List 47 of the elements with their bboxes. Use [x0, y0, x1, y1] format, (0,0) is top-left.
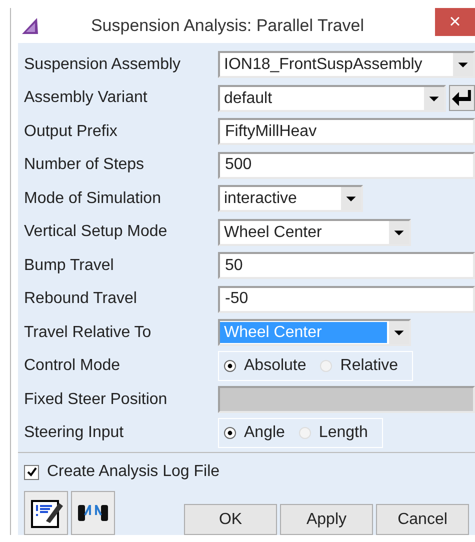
field-label: Mode of Simulation	[23, 190, 162, 208]
dropdown-value: interactive	[223, 189, 298, 210]
field-label: Control Mode	[23, 357, 122, 376]
input-field[interactable]: 50	[218, 252, 475, 280]
field-label: Output Prefix	[23, 122, 118, 141]
field-label: Fixed Steer Position	[23, 390, 168, 409]
field-label: Suspension Assembly	[23, 56, 182, 74]
dropdown[interactable]: Wheel Center	[218, 218, 411, 246]
dropdown-value: default	[223, 88, 274, 109]
radio-label: Length	[318, 424, 368, 442]
field-label: Assembly Variant	[23, 89, 148, 108]
radio-label: Relative	[340, 357, 398, 376]
checkbox-label: Create Analysis Log File	[47, 463, 220, 481]
caret-icon	[453, 53, 473, 76]
caret-icon	[389, 321, 409, 344]
radio-button[interactable]	[224, 427, 236, 440]
field-label: Travel Relative To	[23, 324, 152, 342]
caret-icon	[389, 220, 409, 244]
field-label: Rebound Travel	[23, 290, 138, 308]
dropdown[interactable]: interactive	[218, 185, 363, 212]
log-file-checkbox[interactable]	[24, 464, 39, 480]
dialog-button[interactable]: OK	[184, 504, 277, 535]
suspension-tool-button[interactable]	[71, 491, 115, 535]
field-label: Steering Input	[23, 424, 125, 442]
dropdown-value: Wheel Center	[223, 222, 323, 243]
field-label: Number of Steps	[23, 156, 146, 174]
radio-label: Angle	[244, 424, 285, 442]
app-logo-icon	[20, 16, 40, 36]
dropdown-value: Wheel Center	[220, 322, 387, 344]
field-label: Bump Travel	[23, 256, 115, 275]
notes-tool-button[interactable]	[24, 491, 68, 535]
input-field[interactable]: -50	[218, 286, 475, 313]
dropdown[interactable]: default	[218, 84, 446, 112]
wheels-icon	[78, 505, 108, 521]
caret-icon	[341, 187, 361, 210]
caret-icon	[424, 86, 444, 110]
radio-button[interactable]	[224, 360, 236, 372]
dropdown[interactable]: ION18_FrontSuspAssembly	[218, 51, 475, 78]
close-button[interactable]: ×	[435, 8, 475, 36]
dropdown-value: ION18_FrontSuspAssembly	[223, 55, 424, 76]
radio-label: Absolute	[244, 357, 306, 376]
input-field[interactable]: 500	[218, 152, 475, 179]
dialog-button[interactable]: Apply	[280, 504, 373, 535]
dialog-button[interactable]: Cancel	[376, 504, 469, 535]
input-field[interactable]: FiftyMillHeav	[218, 118, 475, 146]
field-label: Vertical Setup Mode	[23, 223, 168, 242]
window-title: Suspension Analysis: Parallel Travel	[90, 16, 366, 36]
